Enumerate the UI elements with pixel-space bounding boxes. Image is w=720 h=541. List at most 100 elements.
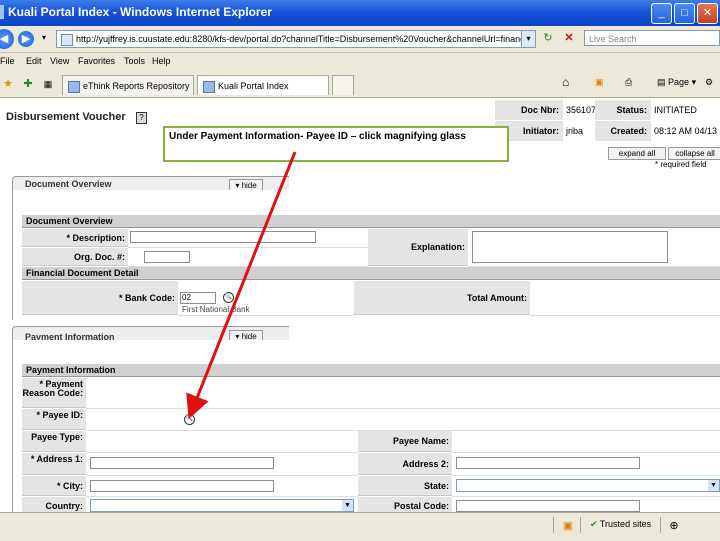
payee-id-cell: 🔍	[86, 409, 720, 431]
stop-icon[interactable]: ✕	[563, 32, 575, 44]
address-dropdown-icon[interactable]: ▾	[521, 31, 535, 47]
country-select[interactable]: ▼	[90, 499, 354, 512]
menu-file[interactable]: File	[0, 56, 15, 66]
org-doc-cell	[128, 248, 368, 267]
city-cell	[86, 476, 358, 497]
page-menu-label: Page	[668, 77, 690, 87]
new-tab-button[interactable]	[332, 75, 354, 95]
chevron-down-icon: ▼	[342, 500, 353, 511]
address2-input[interactable]	[456, 457, 640, 469]
state-cell: ▼	[452, 476, 720, 497]
back-button[interactable]: ◀	[0, 29, 14, 49]
refresh-icon[interactable]: ↻	[542, 32, 554, 44]
address2-cell	[452, 453, 720, 476]
payee-type-cell	[86, 431, 358, 453]
address1-cell	[86, 453, 358, 476]
address-bar-row: ◀ ▶ ▾ http://yujffrey.is.cuustate.edu:82…	[0, 26, 720, 53]
doc-nbr-label: Doc Nbr:	[495, 100, 563, 120]
address-input[interactable]: http://yujffrey.is.cuustate.edu:8280/kfs…	[56, 30, 536, 48]
instruction-callout: Under Payment Information- Payee ID – cl…	[163, 126, 509, 162]
state-label: State:	[358, 476, 452, 496]
address1-input[interactable]	[90, 457, 274, 469]
explanation-label: Explanation:	[368, 229, 468, 266]
description-cell	[128, 229, 368, 248]
total-amount-value	[530, 281, 720, 316]
page-menu[interactable]: ▤ Page ▾	[657, 77, 696, 88]
org-doc-input[interactable]	[144, 251, 190, 263]
payee-lookup-magnifier-icon[interactable]: 🔍	[184, 414, 195, 425]
document-overview-tab: Document Overview ▾ hide	[12, 176, 289, 192]
maximize-button[interactable]: □	[674, 3, 695, 24]
close-button[interactable]: ✕	[697, 3, 718, 24]
bank-code-cell: 02 🔍 First National Bank	[178, 281, 354, 316]
payee-name-cell	[452, 431, 720, 453]
description-input[interactable]	[130, 231, 316, 243]
postal-code-input[interactable]	[456, 500, 640, 512]
tab-ethink-reports[interactable]: eThink Reports Repository	[62, 75, 194, 95]
address1-label: * Address 1:	[22, 453, 86, 475]
payment-reason-cell	[86, 378, 720, 409]
page-icon	[61, 33, 73, 46]
tab-bar: ★ ✚ ▦ eThink Reports Repository Kuali Po…	[0, 71, 720, 98]
add-favorites-icon[interactable]: ✚	[22, 78, 34, 90]
tab-list-icon[interactable]: ▦	[42, 78, 54, 90]
menu-favorites[interactable]: Favorites	[78, 56, 115, 66]
zoom-icon[interactable]: ⊕	[668, 520, 680, 532]
payment-information-tab: Payment Information ▾ hide	[12, 326, 289, 343]
postal-code-cell	[452, 497, 720, 512]
minimize-button[interactable]: _	[651, 3, 672, 24]
postal-code-label: Postal Code:	[358, 497, 452, 512]
ie-icon	[0, 5, 4, 19]
bank-code-input[interactable]: 02	[180, 292, 216, 304]
page-content: Disbursement Voucher ? Doc Nbr: 356107 S…	[0, 98, 720, 512]
chevron-down-icon: ▼	[708, 480, 719, 491]
required-field-note: * required field	[655, 160, 707, 169]
print-icon[interactable]: ⎙	[625, 77, 632, 88]
explanation-cell	[468, 229, 720, 267]
status-divider	[660, 517, 661, 533]
document-header: Doc Nbr: 356107 Status: INITIATED Initia…	[495, 98, 720, 141]
page-title: Disbursement Voucher	[6, 111, 126, 123]
tab-label: eThink Reports Repository	[83, 81, 190, 91]
expand-all-button[interactable]: expand all	[608, 147, 666, 160]
chevron-down-icon[interactable]: ▾	[38, 32, 50, 44]
state-select[interactable]: ▼	[456, 479, 720, 492]
tab-label: Kuali Portal Index	[218, 81, 289, 91]
forward-button[interactable]: ▶	[18, 31, 34, 47]
search-input[interactable]: Live Search	[584, 30, 720, 46]
created-label: Created:	[595, 121, 651, 141]
tab-kuali-portal[interactable]: Kuali Portal Index	[197, 75, 329, 95]
menu-help[interactable]: Help	[152, 56, 171, 66]
menu-view[interactable]: View	[50, 56, 69, 66]
bank-lookup-magnifier-icon[interactable]: 🔍	[223, 292, 234, 303]
url-text: http://yujffrey.is.cuustate.edu:8280/kfs…	[76, 34, 536, 44]
explanation-textarea[interactable]	[472, 231, 668, 263]
page-icon: ▤	[657, 77, 666, 87]
menu-bar: File Edit View Favorites Tools Help	[0, 53, 720, 71]
payee-id-label: * Payee ID:	[22, 409, 86, 430]
payee-name-label: Payee Name:	[358, 431, 452, 452]
feeds-icon[interactable]: ▣	[595, 77, 604, 88]
status-value: INITIATED	[651, 100, 720, 120]
document-overview-header: Document Overview	[22, 215, 720, 228]
payment-information-header: Payment Information	[22, 364, 720, 377]
status-divider	[580, 517, 581, 533]
checkmark-icon: ✔	[590, 519, 598, 529]
payment-reason-label: * Payment Reason Code:	[22, 378, 86, 408]
security-zone-label: Trusted sites	[599, 519, 652, 529]
collapse-all-button[interactable]: collapse all	[668, 147, 720, 160]
city-label: * City:	[22, 476, 86, 496]
hide-label: hide	[241, 181, 257, 190]
menu-edit[interactable]: Edit	[26, 56, 42, 66]
menu-tools[interactable]: Tools	[124, 56, 145, 66]
city-input[interactable]	[90, 480, 274, 492]
document-overview-tab-label: Document Overview	[25, 179, 112, 189]
status-divider	[553, 517, 554, 533]
tools-gear-icon[interactable]: ⚙	[705, 77, 713, 88]
help-icon[interactable]: ?	[136, 112, 147, 124]
home-icon[interactable]: ⌂	[562, 75, 569, 89]
favorites-star-icon[interactable]: ★	[2, 78, 14, 90]
status-label: Status:	[595, 100, 651, 120]
security-zone[interactable]: ✔ Trusted sites	[590, 519, 651, 530]
initiator-value[interactable]: jriba	[563, 121, 595, 141]
